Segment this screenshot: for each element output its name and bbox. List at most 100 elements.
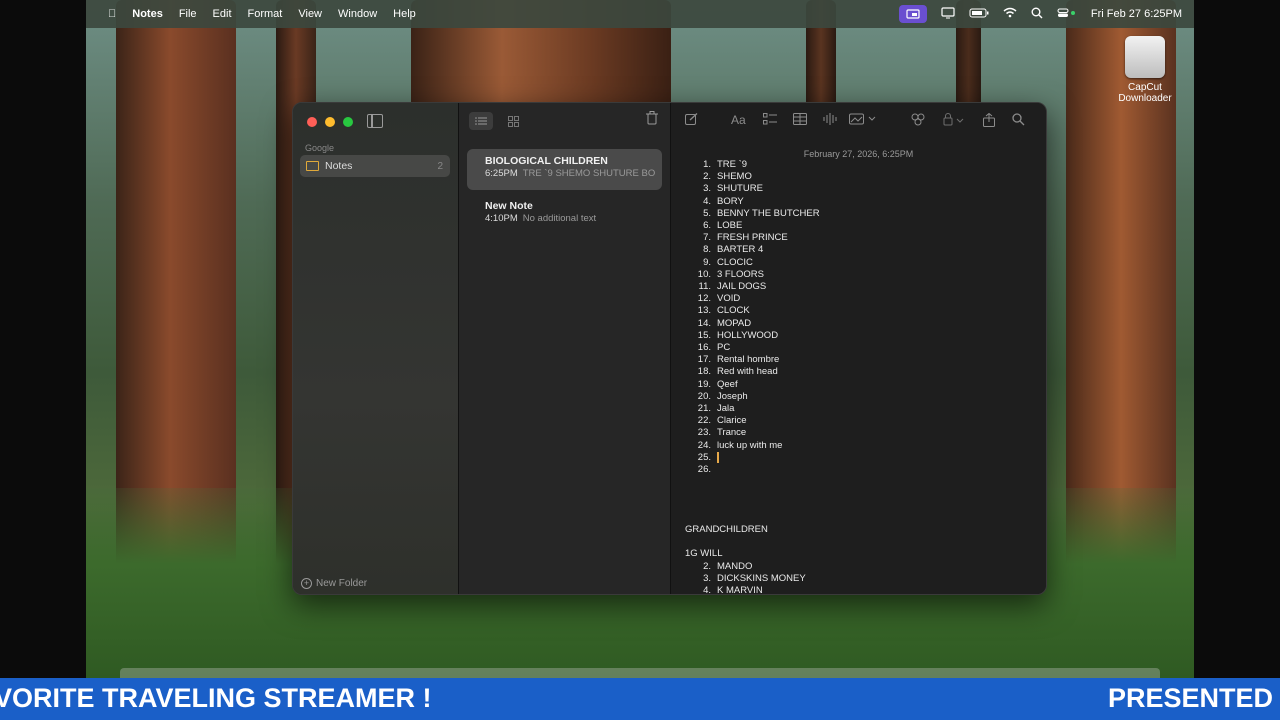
list-item-text: LOBE bbox=[717, 220, 743, 232]
sidebar-item-notes[interactable]: Notes 2 bbox=[300, 155, 450, 177]
list-item: 21. Jala bbox=[685, 403, 820, 415]
spotlight-search-icon[interactable] bbox=[1031, 7, 1043, 22]
control-center-icon[interactable] bbox=[1057, 8, 1077, 21]
dock bbox=[120, 668, 1160, 678]
menu-window[interactable]: Window bbox=[330, 0, 385, 28]
collaborate-icon[interactable] bbox=[911, 113, 925, 129]
list-item-number: 23. bbox=[697, 427, 711, 439]
list-item-text: SHUTURE bbox=[717, 183, 763, 195]
list-item-text: BORY bbox=[717, 195, 744, 207]
list-item-number: 2. bbox=[703, 171, 711, 183]
checklist-icon[interactable] bbox=[763, 113, 777, 128]
list-item-text: SHEMO bbox=[717, 171, 752, 183]
battery-icon[interactable] bbox=[969, 8, 989, 21]
compose-icon[interactable] bbox=[685, 113, 698, 129]
list-item: 4. K MARVIN bbox=[685, 585, 820, 595]
new-folder-button[interactable]: + New Folder bbox=[301, 578, 367, 589]
notes-list: BIOLOGICAL CHILDREN 6:25PM TRE `9 SHEMO S… bbox=[459, 103, 671, 594]
stream-banner: VORITE TRAVELING STREAMER ! PRESENTED B bbox=[0, 678, 1280, 720]
list-item: 23. Trance bbox=[685, 427, 820, 439]
note-item-biological-children[interactable]: BIOLOGICAL CHILDREN 6:25PM TRE `9 SHEMO S… bbox=[467, 149, 662, 190]
menu-clock[interactable]: Fri Feb 27 6:25PM bbox=[1091, 8, 1182, 20]
list-item-number: 4. bbox=[703, 195, 711, 207]
list-item: 10. 3 FLOORS bbox=[685, 269, 820, 281]
menu-file[interactable]: File bbox=[171, 0, 205, 28]
list-item-number: 18. bbox=[697, 366, 711, 378]
list-item-number: 14. bbox=[697, 317, 711, 329]
note-title: New Note bbox=[485, 200, 533, 212]
screen-recording-icon[interactable] bbox=[898, 5, 927, 23]
list-item-text: CLOCIC bbox=[717, 256, 753, 268]
list-item-text: CLOCK bbox=[717, 305, 750, 317]
trash-icon[interactable] bbox=[646, 111, 658, 128]
search-icon[interactable] bbox=[1012, 113, 1025, 129]
list-view-icon[interactable] bbox=[469, 112, 493, 130]
lock-icon[interactable] bbox=[943, 113, 965, 129]
menu-view[interactable]: View bbox=[290, 0, 330, 28]
list-item-text: K MARVIN bbox=[717, 585, 763, 595]
banner-text-right: PRESENTED B bbox=[1108, 683, 1280, 713]
desktop-icon-capcut-downloader[interactable]: CapCut Downloader bbox=[1110, 36, 1180, 104]
sidebar-toggle-icon[interactable] bbox=[367, 114, 383, 128]
list-item: 25. bbox=[685, 451, 820, 464]
list-item: 1. TRE `9 bbox=[685, 159, 820, 171]
list-item-number: 11. bbox=[698, 281, 711, 293]
notes-window: Google Notes 2 + New Folder BIOLOGICAL C… bbox=[292, 102, 1047, 595]
list-item: 12. VOID bbox=[685, 293, 820, 305]
menu-edit[interactable]: Edit bbox=[205, 0, 240, 28]
minimize-button[interactable] bbox=[325, 117, 335, 127]
list-item-number: 12. bbox=[697, 293, 711, 305]
list-item-text: DICKSKINS MONEY bbox=[717, 572, 806, 584]
folder-icon bbox=[306, 161, 319, 171]
menu-app-name[interactable]: Notes bbox=[124, 0, 171, 28]
list-item: 20. Joseph bbox=[685, 391, 820, 403]
list-item-text: luck up with me bbox=[717, 439, 783, 451]
list-item: 18. Red with head bbox=[685, 366, 820, 378]
menu-help[interactable]: Help bbox=[385, 0, 424, 28]
list-item-text: VOID bbox=[717, 293, 741, 305]
display-icon[interactable] bbox=[941, 6, 955, 22]
list-item: 22. Clarice bbox=[685, 415, 820, 427]
note-editor[interactable]: Aa February 27, 2026, 6:25PM 1. TRE `9 2… bbox=[671, 103, 1046, 594]
list-item-number: 21. bbox=[697, 403, 711, 415]
desktop-icon-label-2: Downloader bbox=[1118, 93, 1172, 104]
list-item-text: Clarice bbox=[717, 415, 747, 427]
text-caret bbox=[717, 451, 719, 463]
list-item: 13. CLOCK bbox=[685, 305, 820, 317]
apple-icon[interactable]:  bbox=[100, 0, 124, 28]
list-item: 19. Qeef bbox=[685, 379, 820, 391]
menu-format[interactable]: Format bbox=[240, 0, 291, 28]
audio-waveform-icon[interactable] bbox=[823, 113, 837, 128]
zoom-button[interactable] bbox=[343, 117, 353, 127]
note-meta: 6:25PM TRE `9 SHEMO SHUTURE BO bbox=[485, 168, 662, 179]
media-icon[interactable] bbox=[849, 113, 877, 128]
account-header: Google bbox=[305, 143, 335, 153]
close-button[interactable] bbox=[307, 117, 317, 127]
folder-label: Notes bbox=[325, 160, 353, 172]
gallery-view-icon[interactable] bbox=[501, 112, 525, 130]
list-item: 14. MOPAD bbox=[685, 318, 820, 330]
list-item-number: 17. bbox=[697, 354, 711, 366]
plus-icon: + bbox=[301, 578, 312, 589]
format-text-icon[interactable]: Aa bbox=[731, 113, 746, 127]
list-item-text: Qeef bbox=[717, 378, 738, 390]
editor-toolbar: Aa bbox=[685, 111, 1032, 131]
list-first-line: 1G WILL bbox=[685, 548, 723, 560]
table-icon[interactable] bbox=[793, 113, 807, 128]
note-preview: No additional text bbox=[522, 213, 597, 224]
note-time: 6:25PM bbox=[485, 168, 518, 179]
list-item-number: 19. bbox=[697, 378, 711, 390]
list-item-number: 25. bbox=[697, 451, 711, 463]
list-item-text: FRESH PRINCE bbox=[717, 232, 788, 244]
share-icon[interactable] bbox=[983, 112, 995, 130]
list-item: 2. SHEMO bbox=[685, 171, 820, 183]
desktop-icon-label-1: CapCut bbox=[1128, 82, 1162, 93]
numbered-list: 1. TRE `9 2. SHEMO 3. SHUTURE 4. BORY 5. BENNY TH… bbox=[685, 159, 820, 476]
wifi-icon[interactable] bbox=[1003, 7, 1017, 21]
list-item: 17. Rental hombre bbox=[685, 354, 820, 366]
list-item: 2. MANDO bbox=[685, 561, 820, 573]
list-item-number: 9. bbox=[703, 256, 711, 268]
list-item-text: MOPAD bbox=[717, 317, 752, 329]
note-item-new-note[interactable]: New Note 4:10PM No additional text bbox=[467, 194, 662, 228]
note-meta: 4:10PM No additional text bbox=[485, 213, 662, 224]
